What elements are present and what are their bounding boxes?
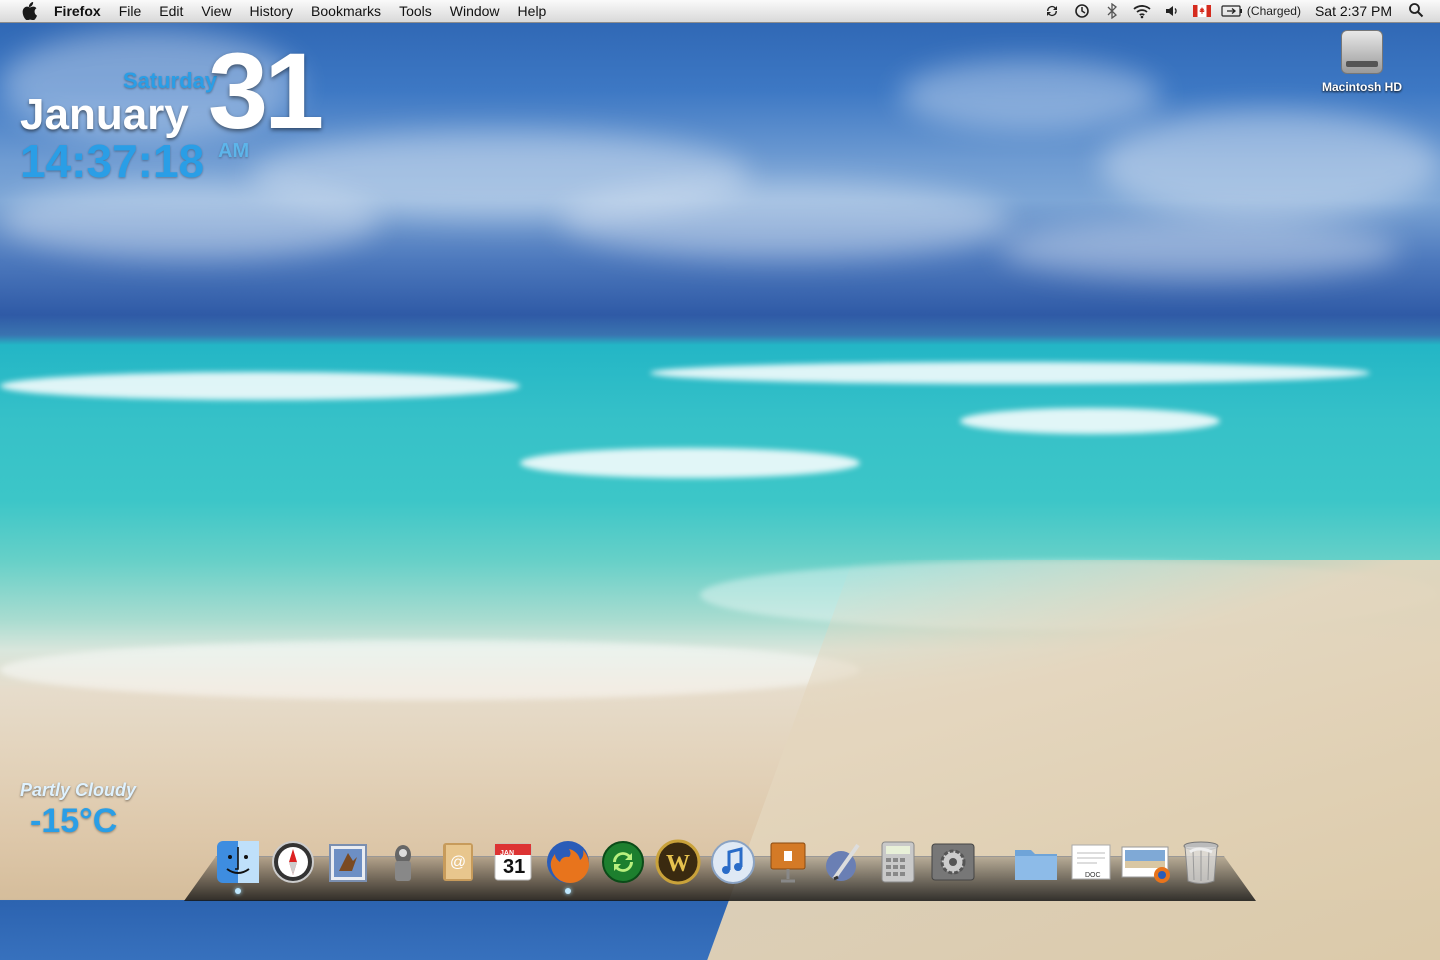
calculator-icon[interactable] [872, 836, 924, 888]
battery-icon[interactable] [1221, 2, 1243, 20]
address-book-icon[interactable]: @ [432, 836, 484, 888]
clock-date: 31 [208, 30, 324, 151]
menu-help[interactable]: Help [509, 0, 556, 22]
apple-menu-icon[interactable] [18, 0, 40, 22]
macintosh-hd-icon[interactable]: Macintosh HD [1314, 30, 1410, 94]
menu-app-name[interactable]: Firefox [54, 0, 110, 22]
spotlight-search-icon[interactable] [1408, 2, 1424, 21]
svg-text:W: W [666, 851, 690, 877]
preview-icon[interactable] [377, 836, 429, 888]
macintosh-hd-label: Macintosh HD [1321, 80, 1402, 94]
finder-running-indicator [235, 888, 241, 894]
hard-drive-icon[interactable] [1341, 30, 1383, 74]
sync-app-icon[interactable] [597, 836, 649, 888]
svg-text:@: @ [450, 854, 466, 871]
world-of-warcraft-icon[interactable]: W [652, 836, 704, 888]
dock: @ JAN 31 W DOC [212, 828, 1230, 894]
clock-ampm: AM [218, 140, 250, 162]
document-label: DOC [1085, 872, 1101, 879]
sync-icon[interactable] [1041, 2, 1063, 20]
bluetooth-icon[interactable] [1101, 2, 1123, 20]
firefox-running-indicator [565, 888, 571, 894]
menu-bookmarks[interactable]: Bookmarks [302, 0, 390, 22]
ical-icon[interactable]: JAN 31 [487, 836, 539, 888]
keynote-icon[interactable] [762, 836, 814, 888]
safari-icon[interactable] [267, 836, 319, 888]
menu-view[interactable]: View [192, 0, 240, 22]
clock-time: 14:37:18 [20, 135, 205, 187]
finder-icon[interactable] [212, 836, 264, 894]
canada-flag-icon[interactable] [1191, 2, 1213, 20]
dock-separator [982, 838, 1010, 888]
document-icon[interactable]: DOC [1065, 836, 1117, 888]
clock-month: January [20, 90, 189, 139]
folder-stack-icon[interactable] [1010, 836, 1062, 888]
menu-window[interactable]: Window [441, 0, 509, 22]
menu-edit[interactable]: Edit [150, 0, 192, 22]
trash-icon[interactable] [1175, 836, 1227, 888]
weather-widget: Partly Cloudy -15°C [20, 780, 180, 840]
menu-bar: Firefox File Edit View History Bookmarks… [0, 0, 1440, 23]
menu-tools[interactable]: Tools [390, 0, 441, 22]
weather-condition: Partly Cloudy [20, 780, 137, 800]
firefox-icon[interactable] [542, 836, 594, 894]
volume-icon[interactable] [1161, 2, 1183, 20]
mail-icon[interactable] [322, 836, 374, 888]
clock-widget: Saturday January 31 14:37:18 AM [20, 30, 360, 188]
downloads-icon[interactable] [1120, 836, 1172, 888]
wifi-icon[interactable] [1131, 2, 1153, 20]
menubar-clock[interactable]: Sat 2:37 PM [1315, 3, 1392, 19]
itunes-icon[interactable] [707, 836, 759, 888]
system-preferences-icon[interactable] [927, 836, 979, 888]
script-editor-icon[interactable] [817, 836, 869, 888]
ical-day: 31 [503, 856, 526, 878]
menu-history[interactable]: History [240, 0, 302, 22]
weather-temperature: -15°C [30, 802, 118, 840]
battery-status-text: (Charged) [1246, 4, 1301, 18]
time-machine-icon[interactable] [1071, 2, 1093, 20]
menu-file[interactable]: File [110, 0, 151, 22]
